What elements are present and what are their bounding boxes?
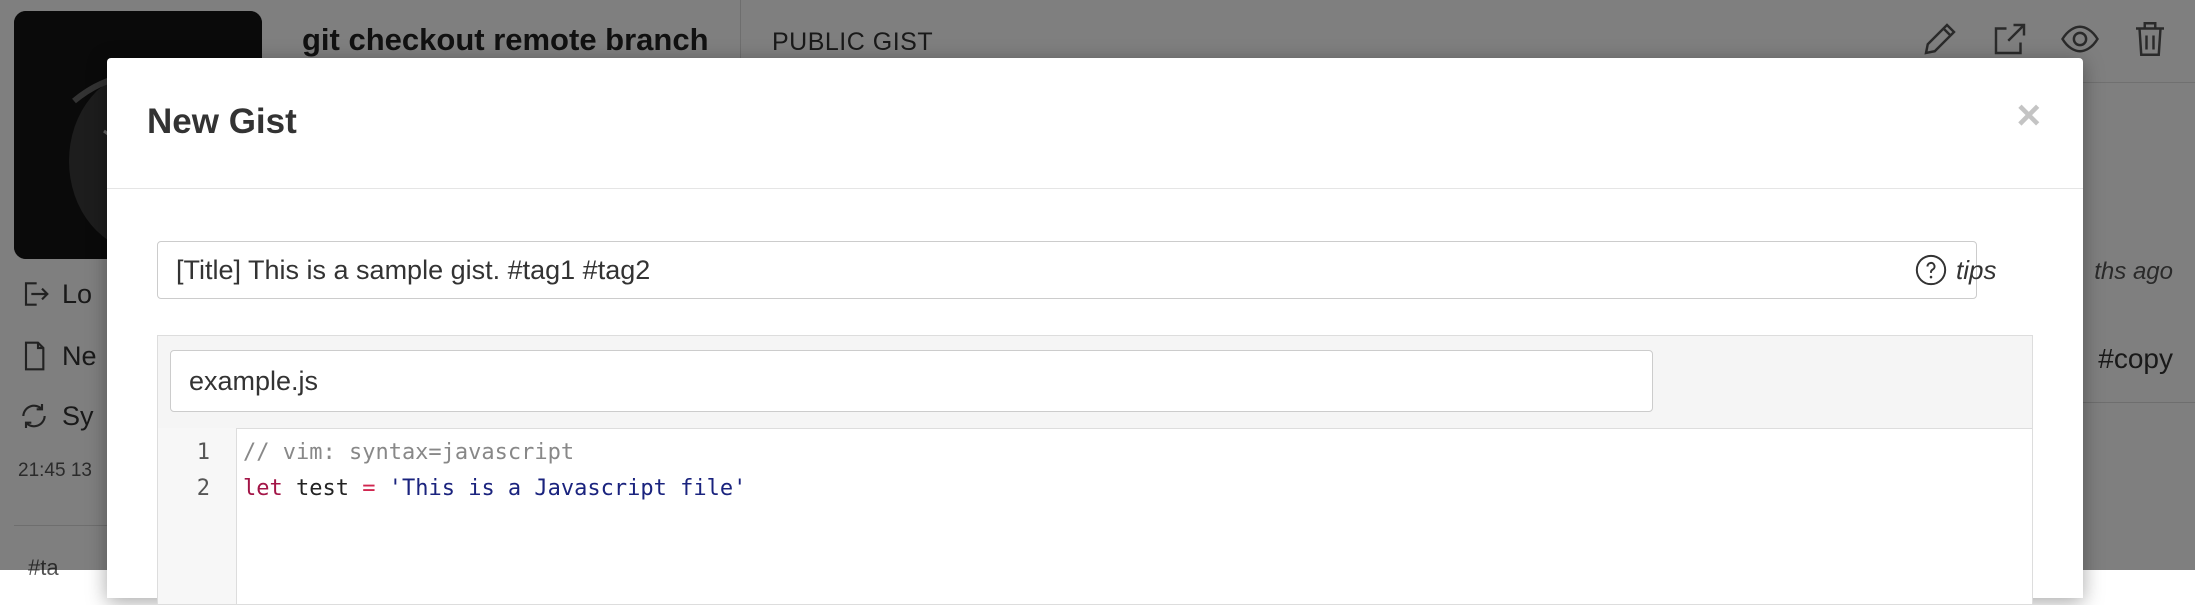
code-editor[interactable]: 1 2 // vim: syntax=javascript let test =… bbox=[158, 428, 2032, 604]
file-panel: 1 2 // vim: syntax=javascript let test =… bbox=[157, 335, 2033, 605]
tips-label: tips bbox=[1956, 254, 1997, 285]
code-line: // vim: syntax=javascript bbox=[243, 440, 575, 465]
line-gutter: 1 2 bbox=[158, 428, 237, 604]
file-header bbox=[158, 336, 2032, 429]
filename-input[interactable] bbox=[170, 350, 1653, 412]
code-line: let test = 'This is a Javascript file' bbox=[243, 476, 746, 501]
code-operator: = bbox=[362, 476, 376, 501]
modal-title: New Gist bbox=[147, 102, 297, 141]
tips-link[interactable]: tips bbox=[1914, 253, 1996, 287]
modal-header: New Gist × bbox=[107, 58, 2083, 189]
line-number: 2 bbox=[196, 476, 210, 501]
close-button[interactable]: × bbox=[2016, 94, 2041, 136]
help-circle-icon bbox=[1915, 254, 1947, 286]
code-identifier: test bbox=[282, 476, 363, 501]
code-string: 'This is a Javascript file' bbox=[375, 476, 747, 501]
gist-title-input[interactable] bbox=[157, 241, 1977, 299]
new-gist-modal: New Gist × tips 1 2 // vim: syntax=javas… bbox=[107, 58, 2083, 605]
code-keyword: let bbox=[243, 476, 283, 501]
line-number: 1 bbox=[196, 440, 210, 465]
